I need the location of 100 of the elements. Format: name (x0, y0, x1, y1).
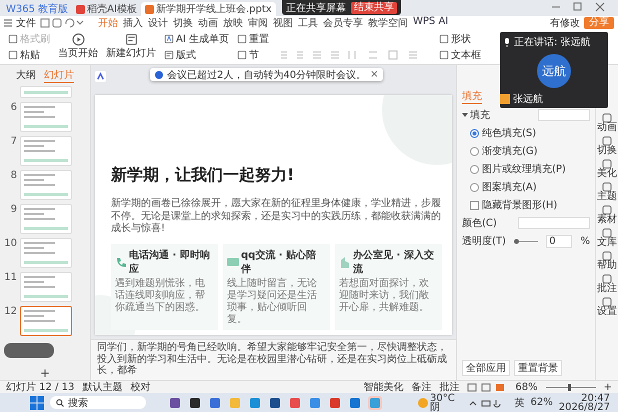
phone-icon (115, 256, 127, 268)
ribbon-tab[interactable]: 动画 (198, 16, 218, 30)
comments-button[interactable]: 批注 (439, 380, 460, 394)
weather-widget[interactable]: 30°C 阴 (418, 394, 455, 412)
ribbon-tab[interactable]: 会员专享 (323, 16, 363, 30)
app-icon[interactable] (168, 396, 182, 410)
outline-icon (602, 182, 612, 192)
ribbon-button[interactable]: 文本框 (436, 47, 483, 62)
section-header[interactable]: 填充 (470, 108, 490, 122)
windows-start-icon[interactable] (30, 396, 44, 410)
ribbon-button[interactable]: 当页开始 (56, 31, 100, 62)
panel-tab[interactable]: 大纲 (16, 68, 36, 83)
side-panel-button[interactable]: 素材 (597, 205, 617, 225)
radio-button[interactable] (470, 146, 479, 156)
notes-button[interactable]: 备注 (411, 380, 432, 394)
ribbon-button[interactable]: 版式 (162, 47, 231, 62)
ribbon-button[interactable]: 形状 (436, 31, 483, 46)
properties-button[interactable]: 重置背景 (514, 360, 562, 376)
app-icon[interactable] (268, 396, 282, 410)
outline-icon (602, 297, 612, 307)
option-label: 图片或纹理填充(P) (482, 162, 566, 176)
ribbon-tab[interactable]: 切换 (173, 16, 193, 30)
ribbon-button[interactable]: 新建幻灯片 (104, 31, 158, 62)
theme-button[interactable]: 默认主题 (82, 380, 122, 394)
checkbox[interactable] (470, 200, 479, 210)
clock[interactable]: 20:47 2026/8/27 (558, 394, 610, 412)
toast-message: 会议已超过2人，自动转为40分钟限时会议。 (167, 68, 366, 82)
proofread-button[interactable]: 校对 (130, 380, 150, 394)
document-icon (76, 4, 86, 14)
outline-icon (602, 159, 612, 169)
browser-tab[interactable]: 新学期开学线上班会.pptx (140, 2, 276, 16)
beautify-button[interactable]: 智能美化 (363, 380, 404, 394)
side-panel-button[interactable]: 批注 (597, 274, 617, 294)
ribbon-tab[interactable]: 放映 (223, 16, 243, 30)
slide-thumbnail[interactable] (20, 306, 72, 336)
side-panel-button[interactable]: 切换 (597, 136, 617, 156)
zoom-in-button[interactable]: + (604, 382, 612, 392)
option-label: 图案填充(A) (482, 180, 537, 194)
battery-status[interactable]: 62% (530, 397, 553, 408)
side-panel-button[interactable]: 动画 (597, 113, 617, 133)
opacity-field[interactable]: 0 (546, 234, 572, 248)
side-panel-button[interactable]: 文库 (597, 228, 617, 248)
tooltip-overlay (4, 343, 54, 358)
outline-icon (602, 136, 612, 146)
wps-ai-tab[interactable]: WPS AI (413, 16, 448, 30)
stop-sharing-button[interactable]: 结束共享 (351, 2, 397, 14)
slide-number: 10 (4, 238, 17, 249)
add-slide-button[interactable]: + (0, 366, 90, 380)
file-menu[interactable]: 文件 (16, 16, 36, 30)
radio-button[interactable] (470, 164, 479, 174)
card-title: 办公室见 · 深入交流 (353, 248, 435, 276)
slide-paragraph: 新学期的画卷已徐徐展开，愿大家在新的征程里身体健康，学业精进，步履不停。无论是课堂上的求知探索，还是实习中的实践历练，都能收获满满的成长与惊喜! (111, 198, 442, 236)
ribbon-button[interactable]: 粘贴 (6, 47, 52, 62)
search-field[interactable]: 搜索 (50, 396, 146, 409)
side-panel-button[interactable]: 主题 (597, 182, 617, 202)
outline-icon (602, 274, 612, 284)
sharing-status: 正在共享屏幕 (286, 2, 346, 14)
ai-icon (164, 34, 174, 44)
participant-name: 张远航 (513, 92, 543, 106)
info-icon (155, 70, 163, 78)
document-icon (144, 4, 154, 14)
card-title: 电话沟通 · 即时响应 (129, 248, 211, 276)
ribbon-tab[interactable]: 插入 (123, 16, 143, 30)
properties-button[interactable]: 全部应用 (462, 360, 510, 376)
slide-number: 8 (10, 170, 17, 181)
color-dropdown[interactable] (518, 217, 590, 229)
ribbon-button[interactable]: AI 生成单页 (162, 31, 231, 46)
ribbon-tab[interactable]: 视图 (273, 16, 293, 30)
radio-button[interactable] (470, 128, 479, 138)
slide-number: 9 (10, 204, 17, 215)
zoom-value: 68% (515, 382, 538, 392)
browser-tab[interactable]: 稻壳AI模板 (72, 2, 141, 16)
side-panel-button[interactable]: 帮助 (597, 251, 617, 271)
ribbon-tab[interactable]: 教学空间 (368, 16, 408, 30)
close-button[interactable]: × (370, 69, 378, 80)
quick-access-icons-drawing (40, 18, 84, 28)
card-text: 若想面对面探讨，欢迎随时来访，我们敞开心扉，共解难题。 (339, 278, 430, 314)
slide-icon (124, 33, 138, 46)
ribbon-tab[interactable]: 设计 (148, 16, 168, 30)
ribbon-button[interactable]: 重置 (234, 31, 271, 46)
outline-icon (602, 228, 612, 238)
search-icon (56, 398, 64, 406)
app-icon[interactable] (188, 396, 202, 410)
speaker-notes[interactable]: 同学们，新学期的号角已经吹响。希望大家能够牢记安全第一，尽快调整状态，投入到新的学习和生活中。无论是在校园里潜心钻研，还是在实习岗位上砥砺成长，都希 (91, 339, 456, 380)
modified-status[interactable]: 有修改 (550, 16, 580, 30)
ribbon-tab[interactable]: 工具 (298, 16, 318, 30)
side-panel-button[interactable]: 设置 (597, 297, 617, 317)
caret-icon[interactable] (462, 112, 468, 118)
percent-unit: % (580, 236, 590, 246)
browser-tab[interactable]: W365 教育版 (2, 2, 72, 16)
avatar: 远航 (537, 54, 571, 88)
side-panel-button[interactable]: 美化 (597, 159, 617, 179)
speaker-status: 正在讲话: 张远航 (514, 36, 591, 49)
menu-icon[interactable] (4, 19, 12, 27)
input-method-indicator[interactable]: 英 (514, 396, 524, 410)
ribbon-button[interactable]: 节 (234, 47, 271, 62)
ribbon-tab[interactable]: 审阅 (248, 16, 268, 30)
layout-icon (164, 50, 174, 60)
radio-button[interactable] (470, 182, 479, 192)
ai-icon[interactable] (95, 71, 106, 82)
